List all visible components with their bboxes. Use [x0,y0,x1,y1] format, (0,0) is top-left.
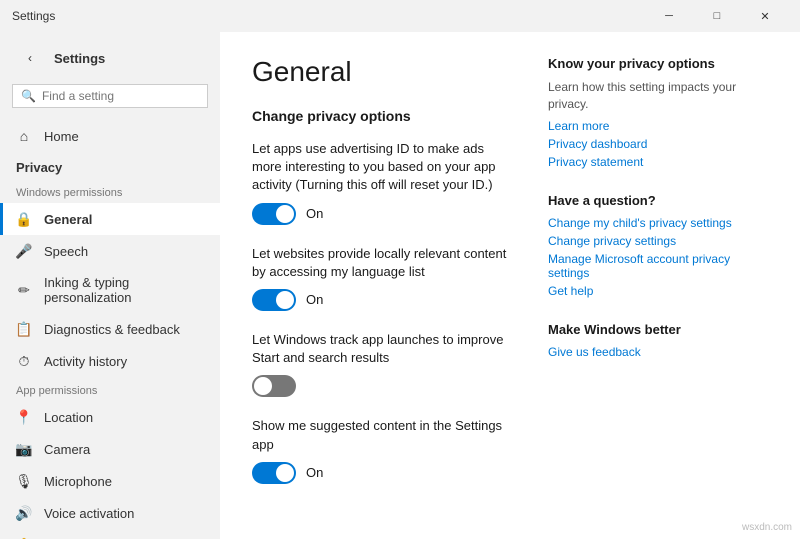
app-permissions-label: App permissions [0,377,220,401]
windows-permissions-label: Windows permissions [0,179,220,203]
titlebar-title: Settings [12,9,55,23]
toggle-advertising-label: On [306,206,323,221]
page-title: General [252,56,508,88]
search-input[interactable] [42,89,199,103]
aside-link-privacy-statement[interactable]: Privacy statement [548,155,768,169]
sidebar-item-notifications[interactable]: 🔔 Notifications [0,529,220,539]
sidebar-app-title: Settings [54,51,105,66]
aside-link-privacy-dashboard[interactable]: Privacy dashboard [548,137,768,151]
aside-better: Make Windows better Give us feedback [548,322,768,359]
aside-link-child-privacy[interactable]: Change my child's privacy settings [548,216,768,230]
sidebar-item-home-label: Home [44,129,79,144]
sidebar-item-activity-label: Activity history [44,354,127,369]
setting-suggested-description: Show me suggested content in the Setting… [252,417,508,453]
titlebar-controls: ─ □ ✕ [646,0,788,32]
toggle-tracking-track [252,375,296,397]
toggle-suggested-thumb [276,464,294,482]
maximize-button[interactable]: □ [694,0,740,32]
sidebar-item-home[interactable]: ⌂ Home [0,120,220,152]
speech-icon: 🎤 [16,243,32,259]
aside-link-get-help[interactable]: Get help [548,284,768,298]
sidebar-item-microphone-label: Microphone [44,474,112,489]
titlebar-left: Settings [12,9,55,23]
toggle-tracking-thumb [254,377,272,395]
sidebar: ‹ Settings 🔍 ⌂ Home Privacy Windows perm… [0,32,220,539]
sidebar-item-location[interactable]: 📍 Location [0,401,220,433]
activity-icon: ⏱ [16,353,32,369]
sidebar-item-location-label: Location [44,410,93,425]
privacy-label: Privacy [0,152,220,179]
toggle-advertising[interactable] [252,203,296,225]
aside-privacy-title: Know your privacy options [548,56,768,71]
sidebar-item-diagnostics-label: Diagnostics & feedback [44,322,180,337]
back-button[interactable]: ‹ [16,44,44,72]
toggle-language-row: On [252,289,508,311]
aside-link-change-privacy[interactable]: Change privacy settings [548,234,768,248]
setting-suggested: Show me suggested content in the Setting… [252,417,508,483]
setting-language-description: Let websites provide locally relevant co… [252,245,508,281]
search-box[interactable]: 🔍 [12,84,208,108]
setting-language: Let websites provide locally relevant co… [252,245,508,311]
setting-advertising: Let apps use advertising ID to make ads … [252,140,508,225]
toggle-advertising-track [252,203,296,225]
general-icon: 🔒 [16,211,32,227]
microphone-icon: 🎙 [16,473,32,489]
content-sidebar: Know your privacy options Learn how this… [548,56,768,515]
sidebar-item-inking-label: Inking & typing personalization [44,275,204,305]
toggle-tracking-row [252,375,508,397]
toggle-advertising-thumb [276,205,294,223]
app-container: ‹ Settings 🔍 ⌂ Home Privacy Windows perm… [0,32,800,539]
search-icon: 🔍 [21,89,36,103]
aside-link-learn-more[interactable]: Learn more [548,119,768,133]
minimize-button[interactable]: ─ [646,0,692,32]
sidebar-item-camera-label: Camera [44,442,90,457]
toggle-suggested-track [252,462,296,484]
toggle-language-track [252,289,296,311]
sidebar-item-camera[interactable]: 📷 Camera [0,433,220,465]
toggle-suggested-row: On [252,462,508,484]
aside-question-title: Have a question? [548,193,768,208]
content-area: General Change privacy options Let apps … [220,32,800,539]
toggle-language[interactable] [252,289,296,311]
aside-privacy-description: Learn how this setting impacts your priv… [548,79,768,113]
sidebar-item-inking[interactable]: ✏ Inking & typing personalization [0,267,220,313]
home-icon: ⌂ [16,128,32,144]
sidebar-item-diagnostics[interactable]: 📋 Diagnostics & feedback [0,313,220,345]
toggle-suggested[interactable] [252,462,296,484]
toggle-tracking[interactable] [252,375,296,397]
titlebar: Settings ─ □ ✕ [0,0,800,32]
sidebar-item-general[interactable]: 🔒 General [0,203,220,235]
location-icon: 📍 [16,409,32,425]
diagnostics-icon: 📋 [16,321,32,337]
sidebar-item-general-label: General [44,212,92,227]
aside-question: Have a question? Change my child's priva… [548,193,768,298]
toggle-language-label: On [306,292,323,307]
toggle-advertising-row: On [252,203,508,225]
aside-link-feedback[interactable]: Give us feedback [548,345,768,359]
sidebar-item-speech[interactable]: 🎤 Speech [0,235,220,267]
sidebar-item-speech-label: Speech [44,244,88,259]
voice-icon: 🔊 [16,505,32,521]
camera-icon: 📷 [16,441,32,457]
sidebar-item-voice-label: Voice activation [44,506,134,521]
close-button[interactable]: ✕ [742,0,788,32]
content-main: General Change privacy options Let apps … [252,56,508,515]
sidebar-item-activity[interactable]: ⏱ Activity history [0,345,220,377]
sidebar-header: ‹ Settings [0,32,220,80]
setting-tracking: Let Windows track app launches to improv… [252,331,508,397]
sidebar-item-microphone[interactable]: 🎙 Microphone [0,465,220,497]
setting-advertising-description: Let apps use advertising ID to make ads … [252,140,508,195]
sidebar-item-voice[interactable]: 🔊 Voice activation [0,497,220,529]
aside-better-title: Make Windows better [548,322,768,337]
toggle-suggested-label: On [306,465,323,480]
section-title: Change privacy options [252,108,508,124]
toggle-language-thumb [276,291,294,309]
setting-tracking-description: Let Windows track app launches to improv… [252,331,508,367]
aside-link-manage-account[interactable]: Manage Microsoft account privacy setting… [548,252,768,280]
aside-privacy-options: Know your privacy options Learn how this… [548,56,768,169]
inking-icon: ✏ [16,282,32,298]
